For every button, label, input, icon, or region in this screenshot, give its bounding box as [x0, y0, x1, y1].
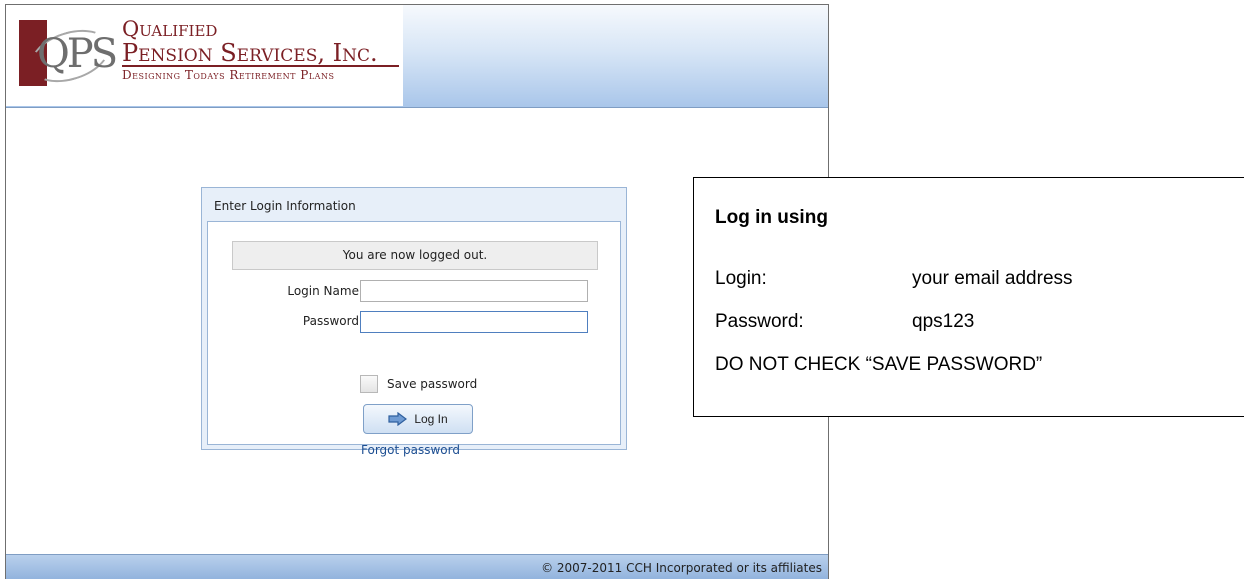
login-panel-title: Enter Login Information — [214, 199, 356, 213]
login-panel: Enter Login Information You are now logg… — [201, 187, 627, 457]
callout-note: DO NOT CHECK “SAVE PASSWORD” — [715, 354, 1043, 375]
status-message: You are now logged out. — [232, 241, 598, 270]
qps-logo-mark: QPS — [19, 20, 121, 92]
save-password-checkbox[interactable] — [360, 375, 378, 393]
footer-bar: © 2007-2011 CCH Incorporated or its affi… — [6, 554, 828, 579]
callout-login-value: your email address — [912, 268, 1073, 289]
arrow-right-icon — [388, 412, 408, 426]
logo-line-company: Pension Services, Inc. — [122, 41, 399, 67]
callout-login-label: Login: — [715, 268, 767, 289]
callout-password-label: Password: — [715, 311, 804, 332]
login-name-label: Login Name: — [287, 284, 363, 298]
logo-line-qualified: Qualified — [122, 17, 218, 41]
login-form: You are now logged out. Login Name: Pass… — [207, 221, 621, 457]
login-button[interactable]: Log In — [363, 404, 473, 434]
company-logo: QPS Qualified Pension Services, Inc. Des… — [6, 5, 403, 106]
callout-password-value: qps123 — [912, 311, 975, 332]
password-label: Password: — [302, 314, 363, 328]
callout-title: Log in using — [715, 207, 828, 228]
password-input[interactable] — [360, 311, 588, 333]
login-button-label: Log In — [414, 412, 448, 426]
forgot-password-link[interactable]: Forgot password — [361, 443, 460, 457]
header-banner: QPS Qualified Pension Services, Inc. Des… — [6, 5, 828, 108]
login-name-input[interactable] — [360, 280, 588, 302]
save-password-label[interactable]: Save password — [387, 377, 477, 391]
instruction-callout: Log in using Login: your email address P… — [693, 177, 1244, 417]
copyright-text: © 2007-2011 CCH Incorporated or its affi… — [541, 561, 822, 575]
logo-text: Qualified Pension Services, Inc. Designi… — [122, 17, 402, 83]
logo-monogram: QPS — [37, 31, 118, 77]
logo-tagline: Designing Todays Retirement Plans — [122, 68, 335, 82]
